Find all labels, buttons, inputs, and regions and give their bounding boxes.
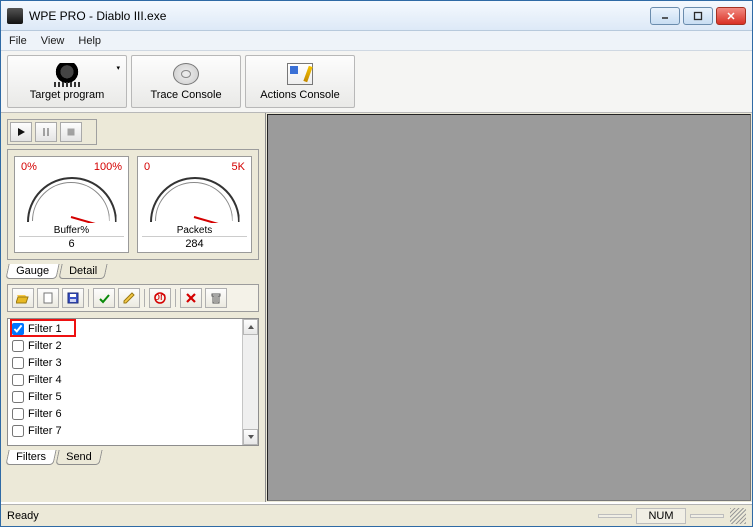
packets-value: 284 <box>142 236 247 250</box>
separator <box>88 289 89 307</box>
filter-toolbar: on <box>7 284 259 312</box>
scroll-track[interactable] <box>243 335 258 429</box>
filter-label: Filter 1 <box>28 323 62 335</box>
actions-label: Actions Console <box>260 89 340 101</box>
play-button[interactable] <box>10 122 32 142</box>
status-text: Ready <box>7 510 594 522</box>
buffer-value: 6 <box>19 236 124 250</box>
close-button[interactable] <box>716 7 746 25</box>
filter-checkbox[interactable] <box>12 408 24 420</box>
filter-label: Filter 5 <box>28 391 62 403</box>
gauge-arc-icon <box>27 173 117 223</box>
filter-row[interactable]: Filter 1 <box>10 320 240 337</box>
filter-label: Filter 4 <box>28 374 62 386</box>
app-icon <box>7 8 23 24</box>
filter-label: Filter 6 <box>28 408 62 420</box>
filter-row[interactable]: Filter 2 <box>10 337 240 354</box>
tab-gauge[interactable]: Gauge <box>5 264 59 279</box>
filter-row[interactable]: Filter 6 <box>10 405 240 422</box>
chevron-down-icon[interactable]: ▾ <box>116 64 120 72</box>
window-title: WPE PRO - Diablo III.exe <box>29 9 650 23</box>
magnifier-icon <box>173 63 199 85</box>
buffer-gauge: 0% 100% Buffer% 6 <box>14 156 129 253</box>
buffer-min: 0% <box>21 161 37 173</box>
gauge-panel: 0% 100% Buffer% 6 0 5K Packets 284 <box>7 149 259 260</box>
edit-button[interactable] <box>118 288 140 308</box>
main-split: 0% 100% Buffer% 6 0 5K Packets 284 Gauge D… <box>1 113 752 502</box>
menu-view[interactable]: View <box>41 35 65 47</box>
toggle-button[interactable]: on <box>149 288 171 308</box>
apply-button[interactable] <box>93 288 115 308</box>
resize-grip-icon[interactable] <box>730 508 746 524</box>
actions-icon <box>287 63 313 85</box>
filter-checkbox[interactable] <box>12 340 24 352</box>
menu-file[interactable]: File <box>9 35 27 47</box>
filter-label: Filter 2 <box>28 340 62 352</box>
window-buttons <box>650 7 746 25</box>
left-pane: 0% 100% Buffer% 6 0 5K Packets 284 Gauge D… <box>1 113 266 502</box>
filter-label: Filter 3 <box>28 357 62 369</box>
filter-checkbox[interactable] <box>12 357 24 369</box>
delete-button[interactable] <box>180 288 202 308</box>
packets-label: Packets <box>177 225 213 236</box>
trace-console-button[interactable]: Trace Console <box>131 55 241 108</box>
target-program-button[interactable]: Target program ▾ <box>7 55 127 108</box>
filter-row[interactable]: Filter 7 <box>10 422 240 439</box>
content-area <box>267 114 751 501</box>
filter-tabstrip: Filters Send <box>1 446 265 464</box>
separator <box>144 289 145 307</box>
status-num: NUM <box>636 508 686 524</box>
menu-help[interactable]: Help <box>78 35 101 47</box>
status-cell <box>690 514 724 518</box>
gauge-tabstrip: Gauge Detail <box>1 260 265 278</box>
filter-row[interactable]: Filter 5 <box>10 388 240 405</box>
scroll-down-icon[interactable] <box>243 429 258 445</box>
filter-checkbox[interactable] <box>12 323 24 335</box>
buffer-max: 100% <box>94 161 122 173</box>
trace-label: Trace Console <box>150 89 221 101</box>
packets-max: 5K <box>232 161 245 173</box>
filter-checkbox[interactable] <box>12 391 24 403</box>
filter-checkbox[interactable] <box>12 374 24 386</box>
tab-send[interactable]: Send <box>55 450 102 465</box>
titlebar: WPE PRO - Diablo III.exe <box>1 1 752 31</box>
filter-checkbox[interactable] <box>12 425 24 437</box>
stop-button[interactable] <box>60 122 82 142</box>
transport-bar <box>7 119 97 145</box>
toolbar: Target program ▾ Trace Console Actions C… <box>1 51 752 113</box>
minimize-button[interactable] <box>650 7 680 25</box>
separator <box>175 289 176 307</box>
packets-min: 0 <box>144 161 150 173</box>
chip-icon <box>54 63 80 85</box>
tab-filters[interactable]: Filters <box>5 450 56 465</box>
gauge-arc-icon <box>150 173 240 223</box>
target-label: Target program <box>30 89 105 101</box>
menubar: File View Help <box>1 31 752 51</box>
tab-detail[interactable]: Detail <box>58 264 107 279</box>
svg-text:on: on <box>154 291 166 303</box>
buffer-label: Buffer% <box>54 225 89 236</box>
filter-list: Filter 1 Filter 2 Filter 3 Filter 4 Filter 5… <box>7 318 259 446</box>
pause-button[interactable] <box>35 122 57 142</box>
scroll-up-icon[interactable] <box>243 319 258 335</box>
open-button[interactable] <box>12 288 34 308</box>
statusbar: Ready NUM <box>1 504 752 526</box>
status-cell <box>598 514 632 518</box>
packets-gauge: 0 5K Packets 284 <box>137 156 252 253</box>
save-button[interactable] <box>62 288 84 308</box>
filter-label: Filter 7 <box>28 425 62 437</box>
trash-button[interactable] <box>205 288 227 308</box>
actions-console-button[interactable]: Actions Console <box>245 55 355 108</box>
filter-row[interactable]: Filter 3 <box>10 354 240 371</box>
maximize-button[interactable] <box>683 7 713 25</box>
filter-row[interactable]: Filter 4 <box>10 371 240 388</box>
scrollbar[interactable] <box>242 319 258 445</box>
new-button[interactable] <box>37 288 59 308</box>
